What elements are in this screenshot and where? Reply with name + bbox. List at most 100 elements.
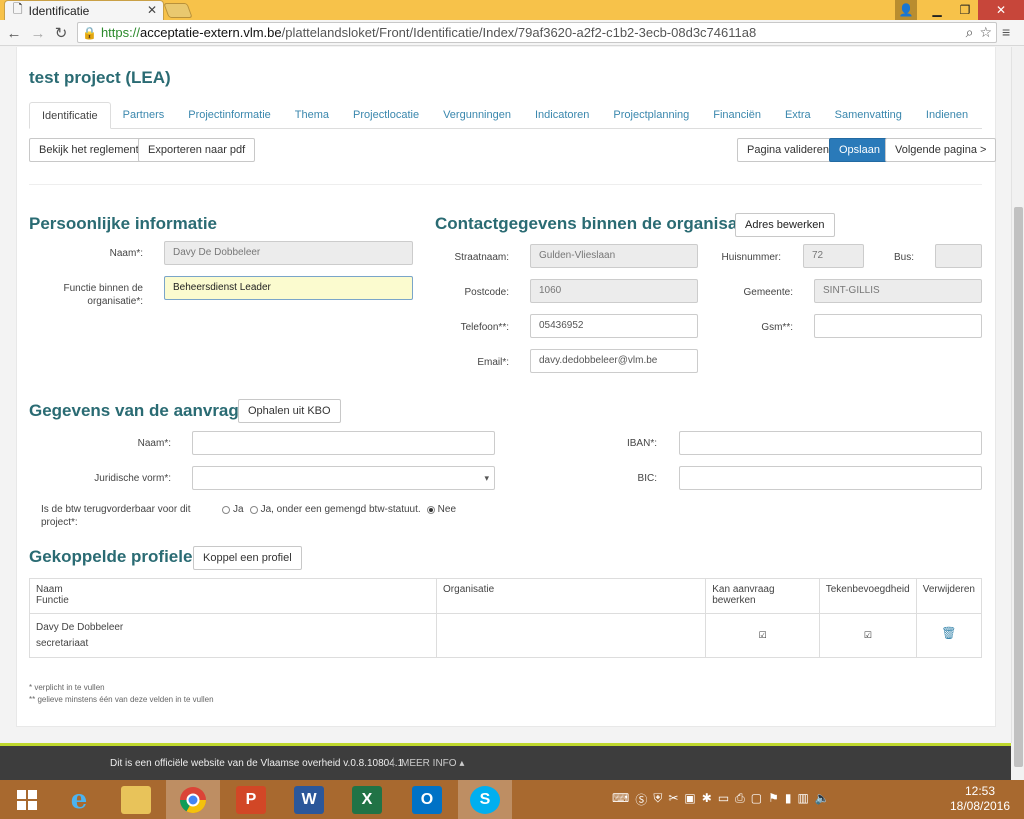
folder-icon: [121, 785, 151, 814]
view-reglement-button[interactable]: Bekijk het reglement: [29, 138, 149, 162]
tekenbevoegd-checkbox[interactable]: ☑: [864, 627, 872, 643]
bluetooth-icon[interactable]: ✱: [702, 791, 712, 808]
btw-ja-radio[interactable]: [222, 505, 230, 514]
export-pdf-button[interactable]: Exporteren naar pdf: [138, 138, 256, 162]
taskbar-clock[interactable]: 12:53 18/08/2016: [945, 784, 1015, 814]
browser-menu-icon[interactable]: ≡: [1002, 24, 1010, 40]
btw-gemengd-radio[interactable]: [249, 505, 258, 514]
validate-page-button[interactable]: Pagina valideren: [737, 138, 839, 162]
edit-address-button[interactable]: Adres bewerken: [735, 213, 835, 237]
footer-separator: |: [392, 757, 395, 768]
page-scrollbar[interactable]: [1011, 47, 1024, 767]
printer-icon[interactable]: ⎙: [735, 791, 745, 808]
user-profile-icon[interactable]: 👤: [895, 0, 917, 20]
table-header-row: Naam Functie Organisatie Kan aanvraag be…: [28, 578, 983, 614]
new-tab-button[interactable]: [163, 3, 193, 18]
divider: [29, 184, 982, 185]
monitor-icon[interactable]: ▢: [751, 791, 762, 808]
bus-field[interactable]: [935, 244, 982, 268]
tab-samenvatting[interactable]: Samenvatting: [823, 102, 914, 129]
taskbar-skype[interactable]: S: [458, 780, 512, 819]
system-tray: ⌨ Ⓢ ⛨ ✂ ▣ ✱ ▭ ⎙ ▢ ⚑ ▮ ▥ 🔈: [612, 791, 830, 808]
flag-icon[interactable]: ⚑: [768, 791, 779, 808]
taskbar-powerpoint[interactable]: P: [224, 780, 278, 819]
maximize-button[interactable]: ❐: [950, 0, 980, 20]
tab-extra[interactable]: Extra: [773, 102, 823, 129]
tab-indicatoren[interactable]: Indicatoren: [523, 102, 601, 129]
display-icon[interactable]: ▭: [718, 791, 729, 808]
zoom-icon[interactable]: ⌕: [966, 24, 974, 41]
network-drive-icon[interactable]: ▣: [684, 791, 695, 808]
site-footer: Dit is een officiële website van de Vlaa…: [0, 743, 1011, 780]
btw-nee-label: Nee: [437, 504, 457, 515]
iban-label: IBAN*:: [626, 438, 657, 449]
col-kan-bewerken-header: Kan aanvraag bewerken: [705, 578, 820, 614]
more-info-link[interactable]: MEER INFO ▴: [401, 758, 464, 769]
network-icon[interactable]: ▥: [798, 791, 809, 808]
volume-icon[interactable]: 🔈: [815, 791, 830, 808]
back-arrow-icon[interactable]: ←: [4, 23, 24, 43]
taskbar-file-explorer[interactable]: [109, 780, 163, 819]
browser-tab[interactable]: 🗋 Identificatie ✕: [4, 0, 164, 20]
link-profile-button[interactable]: Koppel een profiel: [193, 546, 302, 570]
taskbar-excel[interactable]: X: [340, 780, 394, 819]
btw-nee-radio[interactable]: [426, 505, 435, 514]
tab-projectinformatie[interactable]: Projectinformatie: [176, 102, 283, 129]
applicant-naam-field[interactable]: [192, 431, 495, 455]
bookmark-star-icon[interactable]: ☆: [979, 24, 992, 41]
tab-projectplanning[interactable]: Projectplanning: [601, 102, 701, 129]
reload-icon[interactable]: ↻: [51, 23, 71, 43]
gsm-field[interactable]: [814, 314, 982, 338]
btw-ja-label: Ja: [233, 504, 244, 515]
next-page-button[interactable]: Volgende pagina >: [885, 138, 997, 162]
bic-field[interactable]: [679, 466, 982, 490]
taskbar-word[interactable]: W: [282, 780, 336, 819]
tab-vergunningen[interactable]: Vergunningen: [431, 102, 523, 129]
personal-info-title: Persoonlijke informatie: [29, 214, 217, 233]
functie-field[interactable]: Beheersdienst Leader: [164, 276, 413, 300]
tab-thema[interactable]: Thema: [283, 102, 341, 129]
postcode-field[interactable]: 1060: [530, 279, 698, 303]
trash-icon[interactable]: 🗑: [941, 625, 956, 641]
shield-icon[interactable]: ⛨: [653, 791, 662, 808]
naam-field[interactable]: Davy De Dobbeleer: [164, 241, 413, 265]
keyboard-icon[interactable]: ⌨: [612, 791, 629, 808]
chevron-up-icon: ▴: [459, 758, 465, 769]
taskbar-outlook[interactable]: O: [400, 780, 454, 819]
minimize-button[interactable]: ▁: [922, 0, 952, 20]
juridische-vorm-select[interactable]: [192, 466, 495, 490]
powerpoint-icon: P: [236, 785, 266, 814]
tool-icon[interactable]: ✂: [668, 791, 678, 808]
tab-bar: Identificatie Partners Projectinformatie…: [29, 102, 982, 129]
windows-taskbar: e P W X O S ⌨ Ⓢ ⛨ ✂ ▣ ✱ ▭ ⎙ ▢ ⚑ ▮ ▥ 🔈 12…: [0, 780, 1024, 819]
email-field[interactable]: davy.dedobbeleer@vlm.be: [530, 349, 698, 373]
skype-tray-icon[interactable]: Ⓢ: [635, 791, 647, 808]
tab-financien[interactable]: Financiën: [701, 102, 773, 129]
clock-date: 18/08/2016: [949, 799, 1011, 813]
forward-arrow-icon[interactable]: →: [28, 23, 48, 43]
iban-field[interactable]: [679, 431, 982, 455]
straatnaam-field[interactable]: Gulden-Vlieslaan: [530, 244, 698, 268]
save-button[interactable]: Opslaan: [829, 138, 890, 162]
col-naam-header: Naam: [36, 584, 63, 595]
cell-verwijderen: 🗑: [915, 613, 983, 658]
tab-identificatie[interactable]: Identificatie: [29, 102, 111, 129]
kan-bewerken-checkbox[interactable]: ☑: [758, 627, 766, 643]
start-button[interactable]: [0, 780, 54, 819]
windows-logo-icon: [17, 789, 37, 810]
address-bar[interactable]: 🔒 https:// acceptatie-extern.vlm.be /pla…: [77, 22, 997, 43]
fetch-kbo-button[interactable]: Ophalen uit KBO: [238, 399, 341, 423]
scrollbar-thumb[interactable]: [1014, 207, 1023, 767]
gemeente-field[interactable]: SINT-GILLIS: [814, 279, 982, 303]
tab-indienen[interactable]: Indienen: [914, 102, 980, 129]
taskbar-internet-explorer[interactable]: e: [52, 780, 106, 819]
taskbar-chrome[interactable]: [166, 780, 220, 819]
tab-projectlocatie[interactable]: Projectlocatie: [341, 102, 431, 129]
tab-partners[interactable]: Partners: [111, 102, 177, 129]
tab-close-icon[interactable]: ✕: [147, 3, 157, 17]
window-close-button[interactable]: ✕: [978, 0, 1024, 20]
url-scheme: https://: [100, 25, 140, 40]
huisnummer-field[interactable]: 72: [803, 244, 864, 268]
telefoon-field[interactable]: 05436952: [530, 314, 698, 338]
battery-icon[interactable]: ▮: [785, 791, 792, 808]
